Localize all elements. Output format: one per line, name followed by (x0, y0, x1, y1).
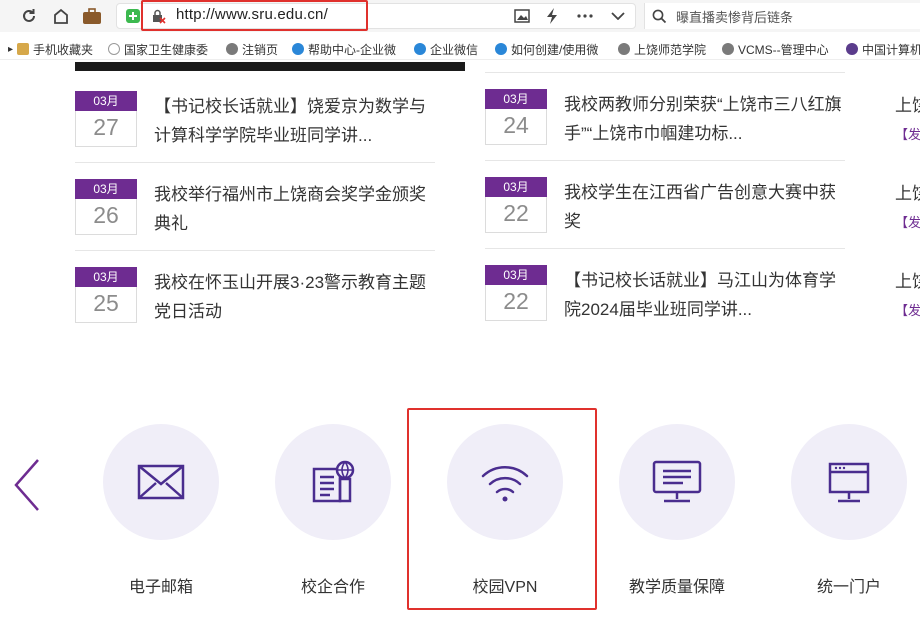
service-quality[interactable] (619, 424, 735, 540)
url-highlight-box (141, 0, 368, 31)
news-tag[interactable]: 【发 (895, 124, 920, 143)
globe-icon (226, 43, 238, 55)
wecom-icon (495, 43, 507, 55)
bookmark-item[interactable]: 企业微信 (414, 40, 478, 58)
date-month: 03月 (485, 265, 547, 285)
briefcase-icon[interactable] (81, 5, 103, 27)
news-title[interactable]: 上饶 (895, 91, 920, 120)
news-item[interactable]: 03月 22 【书记校长话就业】马江山为体育学院2024届毕业班同学讲... (485, 248, 845, 336)
mail-icon (137, 464, 185, 500)
search-icon[interactable] (648, 5, 670, 27)
news-title[interactable]: 上饶 (895, 267, 920, 296)
date-box: 03月 24 (485, 89, 547, 145)
news-item[interactable]: 03月 24 我校两教师分别荣获“上饶市三八红旗手”“上饶市巾帼建功标... (485, 72, 845, 160)
bookmark-item[interactable]: 上饶师范学院 (618, 40, 706, 58)
date-day: 26 (93, 202, 119, 228)
service-label[interactable]: 统一门户 (769, 573, 920, 597)
bookmark-item[interactable]: 帮助中心-企业微 (292, 40, 396, 58)
bookmark-item[interactable]: ▸ 手机收藏夹 (8, 40, 93, 58)
service-portal[interactable] (791, 424, 907, 540)
caret-icon: ▸ (8, 43, 14, 55)
wecom-icon (414, 43, 426, 55)
service-enterprise[interactable] (275, 424, 391, 540)
service-label[interactable]: 校企合作 (253, 573, 413, 597)
building-globe-icon (312, 460, 355, 503)
news-title[interactable]: 我校两教师分别荣获“上饶市三八红旗手”“上饶市巾帼建功标... (564, 90, 849, 148)
news-tag[interactable]: 【发 (895, 300, 920, 319)
news-item[interactable]: 03月 25 我校在怀玉山开展3·23警示教育主题党日活动 (75, 250, 435, 338)
lightning-icon[interactable] (542, 5, 564, 27)
bookmark-item[interactable]: VCMS--管理中心 (722, 40, 829, 58)
news-item[interactable]: 03月 26 我校举行福州市上饶商会奖学金颁奖典礼 (75, 162, 435, 250)
service-label[interactable]: 教学质量保障 (597, 573, 757, 597)
service-label[interactable]: 电子邮箱 (81, 573, 241, 597)
bookmark-item[interactable]: 国家卫生健康委 (108, 40, 208, 58)
date-box: 03月 22 (485, 265, 547, 321)
date-day: 22 (503, 288, 529, 314)
news-title[interactable]: 我校学生在江西省广告创意大赛中获奖 (564, 178, 849, 236)
news-item[interactable]: 03月 22 我校学生在江西省广告创意大赛中获奖 (485, 160, 845, 248)
search-input[interactable]: 曝直播卖惨背后链条 (676, 7, 793, 26)
home-icon[interactable] (50, 5, 72, 27)
reload-icon[interactable] (18, 5, 40, 27)
monitor-icon (652, 460, 702, 503)
news-title[interactable]: 我校在怀玉山开展3·23警示教育主题党日活动 (154, 268, 439, 326)
date-month: 03月 (75, 91, 137, 111)
news-item[interactable]: 03月 27 【书记校长话就业】饶爱京为数学与计算科学学院毕业班同学讲... (75, 74, 435, 162)
date-box: 03月 26 (75, 179, 137, 235)
news-title[interactable]: 上饶 (895, 179, 920, 208)
news-title[interactable]: 【书记校长话就业】饶爱京为数学与计算科学学院毕业班同学讲... (154, 92, 439, 150)
ccf-icon (846, 43, 858, 55)
news-title[interactable]: 【书记校长话就业】马江山为体育学院2024届毕业班同学讲... (564, 266, 849, 324)
service-email[interactable] (103, 424, 219, 540)
date-box: 03月 25 (75, 267, 137, 323)
date-box: 03月 27 (75, 91, 137, 147)
wecom-icon (292, 43, 304, 55)
date-day: 27 (93, 114, 119, 140)
chevron-down-icon[interactable] (607, 5, 629, 27)
globe-icon (722, 43, 734, 55)
date-month: 03月 (485, 177, 547, 197)
date-month: 03月 (75, 179, 137, 199)
more-icon[interactable] (574, 5, 596, 27)
news-tag[interactable]: 【发 (895, 212, 920, 231)
carousel-prev-arrow-icon[interactable] (12, 458, 42, 512)
bookmark-item[interactable]: 中国计算机 (846, 40, 920, 58)
date-day: 22 (503, 200, 529, 226)
date-month: 03月 (75, 267, 137, 287)
globe-icon (618, 43, 630, 55)
image-icon[interactable] (511, 5, 533, 27)
vpn-highlight-box (407, 408, 597, 610)
site-icon (108, 43, 120, 55)
bookmark-item[interactable]: 注销页 (226, 40, 278, 58)
bookmark-item[interactable]: 如何创建/使用微 (495, 40, 598, 58)
portal-icon (828, 462, 870, 503)
date-day: 24 (503, 112, 529, 138)
date-day: 25 (93, 290, 119, 316)
date-box: 03月 22 (485, 177, 547, 233)
news-title[interactable]: 我校举行福州市上饶商会奖学金颁奖典礼 (154, 180, 439, 238)
date-month: 03月 (485, 89, 547, 109)
folder-icon (17, 43, 30, 55)
hero-image-edge (75, 62, 465, 71)
